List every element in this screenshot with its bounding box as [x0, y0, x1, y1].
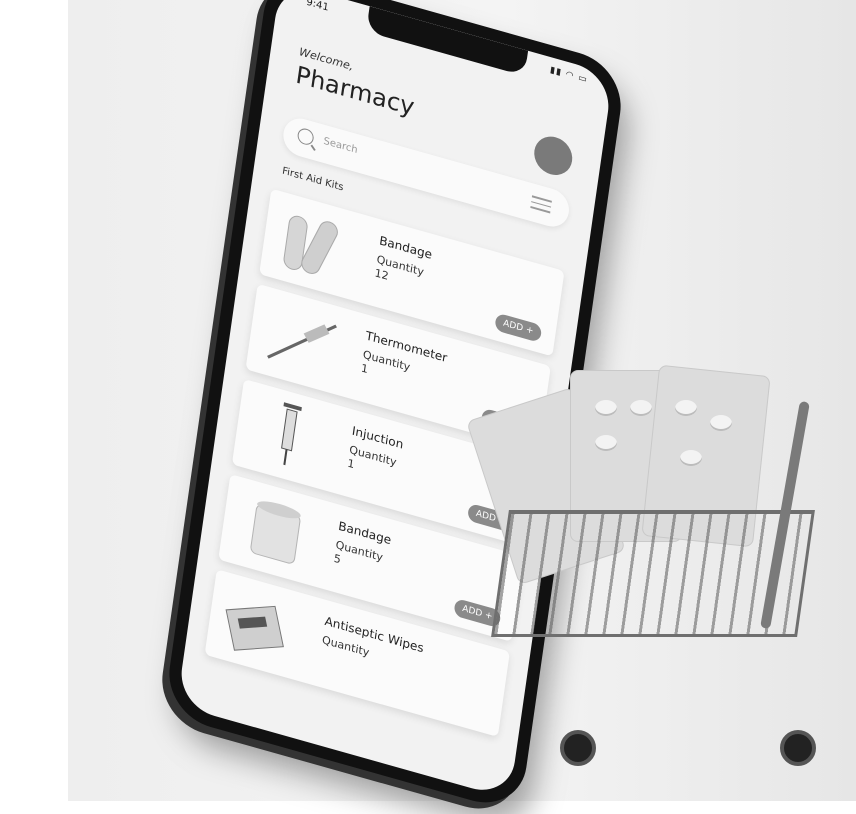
bandage-icon [283, 215, 338, 274]
cart-wheel [560, 730, 596, 766]
page-title: Pharmacy [294, 60, 417, 122]
search-icon [296, 126, 315, 147]
pill-icon [710, 415, 732, 431]
add-button[interactable]: ADD + [494, 312, 543, 343]
section-title: First Aid Kits [281, 165, 345, 194]
quantity-value: 1 [360, 361, 369, 377]
pill-icon [595, 400, 617, 416]
filter-icon[interactable] [530, 195, 552, 214]
quantity-value: 1 [346, 456, 356, 472]
status-icons: ▮▮ ◠ ▭ [549, 65, 589, 86]
quantity-value: 12 [373, 266, 390, 283]
shopping-cart-image [466, 360, 840, 780]
bandage-roll-icon [250, 501, 301, 564]
syringe-icon [281, 402, 302, 466]
pill-icon [680, 450, 702, 466]
pill-icon [630, 400, 652, 416]
pill-icon [595, 435, 617, 451]
avatar[interactable] [531, 132, 575, 180]
search-input[interactable]: Search [323, 136, 359, 156]
antiseptic-wipes-icon [225, 605, 284, 651]
status-time: 9:41 [305, 0, 330, 14]
quantity-value: 5 [332, 551, 342, 567]
pill-icon [675, 400, 697, 416]
thermometer-icon [267, 324, 337, 359]
cart-wheel [780, 730, 816, 766]
